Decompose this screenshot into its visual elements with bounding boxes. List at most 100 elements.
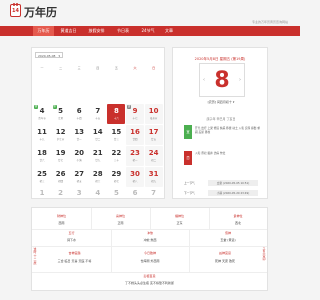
day-cell[interactable]: 3 xyxy=(70,188,88,198)
day-cell[interactable]: 6 xyxy=(126,188,144,198)
day-lunar: 十七 xyxy=(132,117,138,120)
info-label: 喜神位 xyxy=(115,214,125,218)
day-lunar: 十九 xyxy=(39,138,45,141)
day-cell[interactable]: 20 小满 xyxy=(70,146,88,166)
day-cell[interactable]: 休 5 立夏 xyxy=(52,104,70,124)
day-cell[interactable]: 13 廿一 xyxy=(70,125,88,145)
day-cell[interactable]: 15 廿三 xyxy=(107,125,125,145)
day-lunar: 初五 xyxy=(76,180,82,183)
day-cell[interactable]: 7 十五 xyxy=(89,104,107,124)
day-cell[interactable]: 29 初七 xyxy=(107,167,125,187)
day-number: 21 xyxy=(92,149,103,157)
day-number: 27 xyxy=(74,170,85,178)
day-cell[interactable]: 14 廿二 xyxy=(89,125,107,145)
col-divider xyxy=(91,208,92,229)
day-number: 4 xyxy=(95,189,101,197)
day-cell[interactable]: 26 初四 xyxy=(52,167,70,187)
day-cell[interactable]: 1 xyxy=(33,188,51,198)
day-number: 12 xyxy=(55,128,66,136)
info-label: 值神 xyxy=(224,231,231,235)
day-cell[interactable]: 19 廿七 xyxy=(52,146,70,166)
day-lunar: 廿一 xyxy=(76,138,82,141)
day-cell[interactable]: 7 xyxy=(145,188,163,198)
side-label-right: 子丑寅卯 xyxy=(262,247,266,262)
weekday-label: 三 xyxy=(77,66,81,70)
day-cell[interactable]: 28 初六 xyxy=(89,167,107,187)
day-cell[interactable]: 17 廿五 xyxy=(144,125,163,145)
day-cell[interactable]: 班 9 十七 xyxy=(126,104,144,124)
day-cell[interactable]: 5 xyxy=(107,188,125,198)
prev-term-label: 上一节气 xyxy=(184,181,195,185)
day-cell[interactable]: 22 三十 xyxy=(107,146,125,166)
almanac-info-table: 财神位 西南 喜神位 正南 福神位 正东 贵神位 西北 五行 涧下水 冲煞 冲蛇… xyxy=(31,207,268,291)
day-cell[interactable]: 4 xyxy=(89,188,107,198)
day-cell[interactable]: 30 初八 xyxy=(126,167,144,187)
day-number: 30 xyxy=(130,170,140,178)
weekday-label: 四 xyxy=(96,66,100,70)
chevron-right-icon[interactable]: › xyxy=(239,77,241,83)
day-lunar: 十六 xyxy=(113,117,119,120)
day-lunar: 初四 xyxy=(58,180,64,183)
nav-item-articles[interactable]: 文章 xyxy=(161,26,177,36)
day-cell[interactable]: 6 十四 xyxy=(70,104,88,124)
day-cell[interactable]: 18 廿六 xyxy=(33,146,51,166)
day-cell[interactable]: 21 廿九 xyxy=(89,146,107,166)
nav-item-huangdao[interactable]: 黄道吉日 xyxy=(56,26,81,36)
day-cell[interactable]: 27 初五 xyxy=(70,167,88,187)
ji-activities: 入宅 祭祀 掘井 治病 作灶 xyxy=(195,151,226,155)
day-lunar: 初七 xyxy=(113,180,119,183)
info-label: 五行 xyxy=(68,231,75,235)
day-number: 7 xyxy=(151,189,157,197)
day-cell[interactable]: 25 初三 xyxy=(33,167,51,187)
info-value: 冲蛇 煞西 xyxy=(143,238,157,242)
big-date-box: ‹ 8 › xyxy=(199,63,245,97)
day-number: 22 xyxy=(111,149,122,157)
info-label: 彭祖百忌 xyxy=(143,274,156,278)
info-value: 三合 临日 天喜 天医 不将 xyxy=(57,259,92,263)
day-lunar: 母亲节 xyxy=(149,117,158,120)
day-lunar: 廿七 xyxy=(58,159,64,162)
yi-badge: 宜 xyxy=(184,125,192,139)
nav-item-holidays[interactable]: 放假安排 xyxy=(84,26,109,36)
day-cell[interactable]: 23 初一 xyxy=(126,146,144,166)
nav-item-festivals[interactable]: 节日表 xyxy=(113,26,133,36)
day-cell[interactable]: 31 初九 xyxy=(144,167,163,187)
day-lunar: 十五 xyxy=(95,117,101,120)
day-lunar: 初二 xyxy=(151,159,157,162)
info-value: 丁不剃头头必生疮 亥不嫁娶不利新郎 xyxy=(125,281,174,285)
day-number: 18 xyxy=(37,149,47,157)
weekday-label: 日 xyxy=(152,66,156,70)
nav-item-solar-terms[interactable]: 24节气 xyxy=(137,26,159,36)
calendar-logo-icon: 14 xyxy=(10,3,21,17)
chevron-down-icon: ▾ xyxy=(58,54,60,58)
main-nav: 万年历 黄道吉日 放假安排 节日表 24节气 文章 xyxy=(0,26,300,36)
day-number: 13 xyxy=(74,128,85,136)
day-cell[interactable]: 12 护士节 xyxy=(52,125,70,145)
info-value: 正东 xyxy=(176,221,183,225)
day-cell[interactable]: 11 十九 xyxy=(33,125,51,145)
day-number: 19 xyxy=(55,149,66,157)
day-number: 9 xyxy=(132,107,138,115)
day-lunar: 廿二 xyxy=(95,138,101,141)
day-number: 26 xyxy=(55,170,66,178)
day-cell[interactable]: 2 xyxy=(52,188,70,198)
nav-item-wannianli[interactable]: 万年历 xyxy=(33,26,54,36)
lunar-date[interactable]: [农历] 闰四月初十 ▾ xyxy=(176,100,266,104)
day-lunar: 初六 xyxy=(95,180,101,183)
day-lunar: 青年节 xyxy=(38,117,46,120)
day-cell[interactable]: 休 4 青年节 xyxy=(33,104,51,124)
next-term-value: 小满 (2020-05-20 23:49) xyxy=(208,190,258,196)
weekday-label: 二 xyxy=(59,66,63,70)
day-cell[interactable]: 10 母亲节 xyxy=(144,104,163,124)
ganzhi-date: 庚子年 辛巳月 丁亥日 xyxy=(206,117,236,121)
day-number: 7 xyxy=(95,107,101,115)
info-label: 吉神宜趋 xyxy=(68,251,81,255)
site-title[interactable]: 万年历 xyxy=(24,4,57,20)
day-cell-today[interactable]: 8 十六 xyxy=(107,104,126,124)
month-select[interactable]: 2020-05-08 ▾ xyxy=(35,52,63,58)
day-cell[interactable]: 16 廿四 xyxy=(126,125,144,145)
day-cell[interactable]: 24 初二 xyxy=(144,146,163,166)
day-number: 16 xyxy=(130,128,140,136)
yi-activities: 开光 出行 上梁 修造 纳采 移徙 动土 入宅 安葬 嫁娶 求嗣 盖屋 竖柱 xyxy=(195,126,260,134)
info-label: 冲煞 xyxy=(146,231,153,235)
